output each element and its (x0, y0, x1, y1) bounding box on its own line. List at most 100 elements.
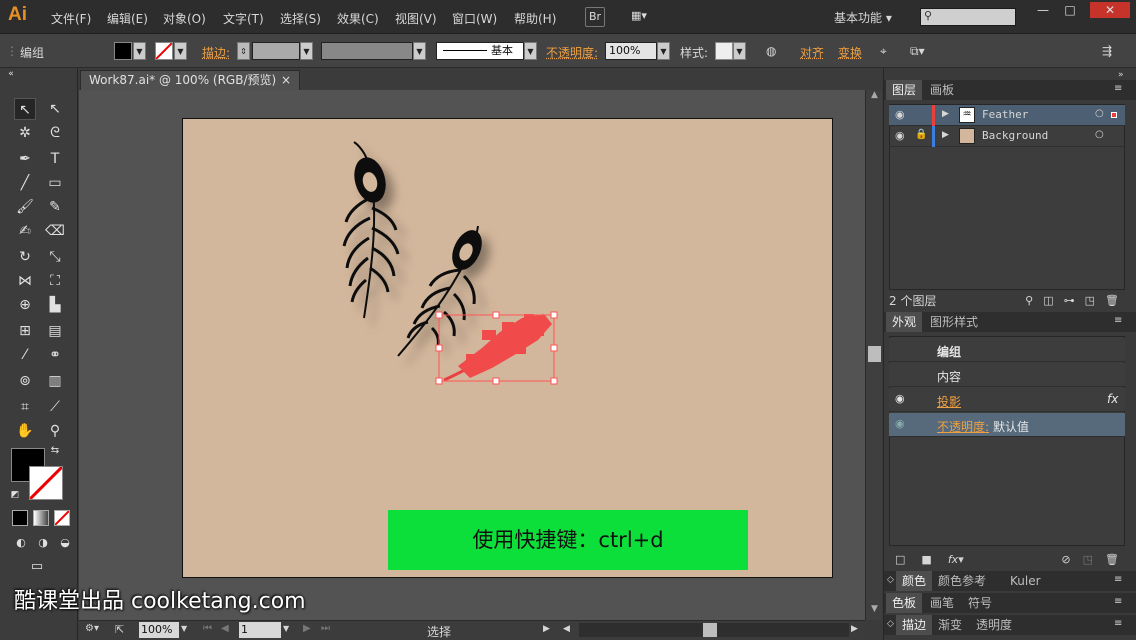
stroke-weight-stepper[interactable]: ⇕ (237, 42, 250, 60)
free-transform-tool-icon[interactable]: ⛶ (44, 270, 66, 292)
selection-tool-icon[interactable]: ↖ (14, 98, 36, 120)
visibility-eye-icon[interactable]: ◉ (895, 392, 905, 405)
eraser-tool-icon[interactable]: ⌫ (44, 220, 66, 242)
swap-fill-stroke-icon[interactable]: ⇆ (48, 444, 62, 458)
feather-2[interactable] (397, 225, 486, 357)
expand-dock-icon[interactable]: » (1118, 70, 1124, 80)
artboard-tool-icon[interactable]: ⌗ (14, 396, 36, 418)
tab-symbols[interactable]: 符号 (962, 593, 998, 613)
gradient-mode-button[interactable] (33, 510, 49, 526)
menu-effect[interactable]: 效果(C) (337, 10, 379, 27)
opacity-label[interactable]: 不透明度: (546, 44, 598, 61)
layers-menu-icon[interactable]: ≡ (1114, 83, 1122, 94)
tab-swatches[interactable]: 色板 (886, 593, 923, 613)
expand-triangle-icon[interactable]: ▶ (942, 109, 949, 119)
maximize-button[interactable]: □ (1055, 2, 1085, 18)
visibility-eye-icon[interactable]: ◉ (895, 129, 905, 142)
opacity-link[interactable]: 不透明度: (937, 418, 989, 435)
default-colors-icon[interactable]: ◩ (8, 488, 22, 502)
opacity-field[interactable]: 100% (605, 42, 657, 60)
perspective-grid-tool-icon[interactable]: ▙ (44, 294, 66, 316)
status-menu-icon[interactable]: ▶ (543, 624, 550, 634)
isolation-mode-icon[interactable]: ⧉▾ (910, 44, 925, 59)
add-effect-icon[interactable]: fx▾ (948, 553, 964, 566)
last-artboard-icon[interactable]: ⏭ (321, 623, 330, 634)
magic-wand-tool-icon[interactable]: ✲ (14, 122, 36, 144)
close-tab-icon[interactable]: × (281, 71, 291, 89)
stroke-weight-dropdown[interactable]: ▼ (300, 42, 313, 60)
zoom-tool-icon[interactable]: ⚲ (44, 420, 66, 442)
share-icon[interactable]: ⇱ (115, 623, 124, 636)
hscroll-left-icon[interactable]: ◀ (563, 624, 570, 634)
layer-row-feather[interactable]: ◉ ▶ ♒ Feather ○ (889, 105, 1125, 126)
delete-layer-icon[interactable]: 🗑 (1105, 294, 1119, 307)
paintbrush-tool-icon[interactable]: 🖌 (14, 196, 36, 218)
appearance-effect-row[interactable]: ◉ 投影 fx (889, 388, 1125, 412)
tab-artboards[interactable]: 画板 (924, 80, 960, 100)
hscroll-right-icon[interactable]: ▶ (851, 624, 858, 634)
stroke-swatch[interactable] (155, 42, 173, 60)
search-input[interactable]: ⚲ (920, 8, 1016, 26)
menu-file[interactable]: 文件(F) (51, 10, 91, 27)
vertical-scrollbar[interactable]: ▲ ▼ (865, 90, 882, 620)
menu-view[interactable]: 视图(V) (395, 10, 437, 27)
eyedropper-tool-icon[interactable]: ⁄ (14, 344, 36, 366)
add-stroke-icon[interactable]: □ (895, 553, 905, 566)
panel-menu-icon[interactable]: ⇶ (1102, 44, 1112, 58)
clear-appearance-icon[interactable]: ⊘ (1061, 553, 1070, 566)
target-circle-icon[interactable]: ○ (1095, 129, 1104, 140)
layer-name[interactable]: Feather (982, 108, 1028, 121)
new-sublayer-icon[interactable]: ⊶ (1064, 294, 1075, 307)
close-window-button[interactable]: ✕ (1090, 2, 1130, 18)
graphic-style-swatch[interactable] (715, 42, 733, 60)
isolate-icon[interactable]: ⌖ (880, 44, 887, 59)
lasso-tool-icon[interactable]: ᘓ (44, 122, 66, 144)
menu-object[interactable]: 对象(O) (163, 10, 206, 27)
target-circle-icon[interactable]: ○ (1095, 108, 1104, 119)
artboard-dropdown-icon[interactable]: ▼ (283, 624, 289, 633)
collapse-icon[interactable]: « (5, 68, 17, 80)
pen-tool-icon[interactable]: ✒ (14, 148, 36, 170)
zoom-field[interactable]: 100% (139, 622, 179, 638)
symbol-sprayer-tool-icon[interactable]: ⊚ (14, 370, 36, 392)
line-tool-icon[interactable]: ╱ (14, 172, 36, 194)
width-tool-icon[interactable]: ⋈ (14, 270, 36, 292)
expand-panel-icon[interactable]: ◇ (887, 619, 894, 629)
menu-window[interactable]: 窗口(W) (452, 10, 497, 27)
fill-dropdown[interactable]: ▼ (133, 42, 146, 60)
scroll-thumb[interactable] (868, 346, 881, 362)
shape-builder-tool-icon[interactable]: ⊕ (14, 294, 36, 316)
align-link[interactable]: 对齐 (800, 44, 824, 61)
add-fill-icon[interactable]: ■ (921, 553, 931, 566)
panel-menu-icon[interactable]: ≡ (1114, 574, 1122, 585)
tab-graphic-styles[interactable]: 图形样式 (924, 312, 984, 332)
draw-behind-icon[interactable]: ◑ (32, 532, 54, 554)
appearance-opacity-row[interactable]: ◉ 不透明度: 默认值 (889, 413, 1125, 437)
hand-tool-icon[interactable]: ✋ (14, 420, 36, 442)
color-mode-button[interactable] (12, 510, 28, 526)
selection-indicator[interactable] (1111, 112, 1117, 118)
locate-object-icon[interactable]: ⚲ (1025, 294, 1033, 307)
visibility-eye-icon[interactable]: ◉ (895, 417, 905, 430)
new-layer-icon[interactable]: ◳ (1085, 294, 1095, 307)
arrange-documents-icon[interactable]: ▦▾ (624, 7, 654, 27)
opacity-dropdown[interactable]: ▼ (657, 42, 670, 60)
stroke-label[interactable]: 描边: (202, 44, 230, 61)
tab-color-guide[interactable]: 颜色参考 (932, 571, 992, 591)
column-graph-tool-icon[interactable]: ▥ (44, 370, 66, 392)
fill-swatch[interactable] (114, 42, 132, 60)
appearance-menu-icon[interactable]: ≡ (1114, 315, 1122, 326)
hscroll-thumb[interactable] (703, 623, 717, 637)
rectangle-tool-icon[interactable]: ▭ (44, 172, 66, 194)
stroke-color-box[interactable] (28, 465, 64, 501)
slice-tool-icon[interactable]: ⟋ (44, 396, 66, 418)
brush-style-dropdown[interactable]: ▼ (524, 42, 537, 60)
variable-width-field[interactable] (321, 42, 413, 60)
stroke-weight-field[interactable] (252, 42, 300, 60)
tab-kuler[interactable]: Kuler (1004, 571, 1047, 591)
tab-stroke[interactable]: 描边 (896, 615, 933, 635)
horizontal-scrollbar[interactable] (579, 623, 849, 637)
mesh-tool-icon[interactable]: ⊞ (14, 320, 36, 342)
first-artboard-icon[interactable]: ⏮ (203, 623, 212, 634)
duplicate-item-icon[interactable]: ◳ (1083, 553, 1093, 566)
